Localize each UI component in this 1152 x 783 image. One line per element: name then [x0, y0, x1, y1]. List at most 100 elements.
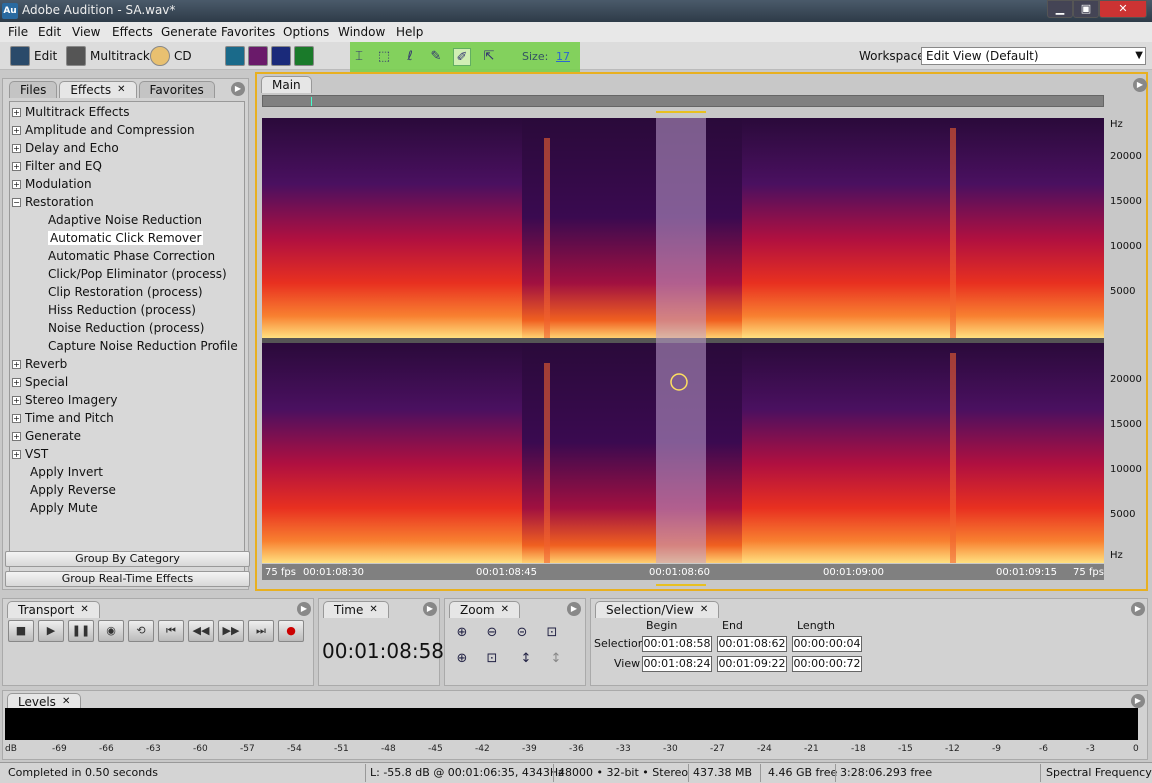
tree-item[interactable]: + Stereo Imagery	[12, 392, 118, 408]
record-button[interactable]: ●	[278, 620, 304, 642]
tree-item[interactable]: + Generate	[12, 428, 81, 444]
tree-item[interactable]: Capture Noise Reduction Profile	[48, 338, 238, 354]
menu-file[interactable]: File	[8, 25, 28, 39]
lasso-tool-icon[interactable]: ℓ	[401, 48, 419, 66]
tab-favorites[interactable]: Favorites	[138, 80, 215, 98]
spectral-pan-icon[interactable]	[271, 46, 291, 66]
tree-item[interactable]: + Special	[12, 374, 68, 390]
fast-forward-button[interactable]: ▶▶	[218, 620, 244, 642]
expand-icon[interactable]: +	[12, 450, 21, 459]
close-tab-icon[interactable]: ✕	[501, 604, 509, 615]
tab-selection-view[interactable]: Selection/View ✕	[595, 600, 720, 618]
panel-menu-icon[interactable]: ▶	[1131, 602, 1145, 616]
selection-length-field[interactable]: 00:00:00:04	[792, 636, 862, 652]
overview-bar[interactable]	[262, 95, 1104, 107]
expand-icon[interactable]: +	[12, 378, 21, 387]
time-ruler[interactable]: 75 fps 00:01:08:30 00:01:08:45 00:01:08:…	[262, 564, 1104, 580]
pause-button[interactable]: ❚❚	[68, 620, 94, 642]
selection-handle-top[interactable]	[656, 111, 706, 117]
expand-icon[interactable]: +	[12, 432, 21, 441]
spot-healing-brush-icon[interactable]: ✐	[453, 48, 471, 66]
play-button[interactable]: ▶	[38, 620, 64, 642]
panel-menu-icon[interactable]: ▶	[1133, 78, 1147, 92]
time-selection-tool-icon[interactable]: ⌶	[350, 48, 368, 66]
tree-item[interactable]: Automatic Phase Correction	[48, 248, 215, 264]
view-length-field[interactable]: 00:00:00:72	[792, 656, 862, 672]
expand-icon[interactable]: +	[12, 144, 21, 153]
rewind-button[interactable]: ◀◀	[188, 620, 214, 642]
tree-item[interactable]: − Restoration	[12, 194, 94, 210]
expand-icon[interactable]: +	[12, 414, 21, 423]
tree-item[interactable]: Clip Restoration (process)	[48, 284, 203, 300]
tree-item[interactable]: Noise Reduction (process)	[48, 320, 204, 336]
close-tab-icon[interactable]: ✕	[117, 84, 125, 95]
close-tab-icon[interactable]: ✕	[369, 604, 377, 615]
expand-icon[interactable]: +	[12, 126, 21, 135]
effects-paintbrush-icon[interactable]: ✎	[427, 48, 445, 66]
selection-handle-bottom[interactable]	[656, 580, 706, 586]
view-end-field[interactable]: 00:01:09:22	[717, 656, 787, 672]
tree-item[interactable]: + VST	[12, 446, 48, 462]
tab-files[interactable]: Files	[9, 80, 58, 98]
zoom-out-horizontal-icon[interactable]: ⊖	[482, 624, 502, 642]
selection-end-field[interactable]: 00:01:08:62	[717, 636, 787, 652]
multitrack-view-button[interactable]: Multitrack	[66, 45, 150, 67]
marquee-tool-icon[interactable]: ⬚	[375, 48, 393, 66]
workspace-select[interactable]: Edit View (Default) ▼	[921, 47, 1146, 65]
menu-view[interactable]: View	[72, 25, 100, 39]
tab-effects[interactable]: Effects ✕	[59, 80, 137, 98]
close-button[interactable]: ✕	[1099, 0, 1147, 18]
tree-item[interactable]: Apply Reverse	[30, 482, 116, 498]
panel-menu-icon[interactable]: ▶	[567, 602, 581, 616]
stop-button[interactable]: ■	[8, 620, 34, 642]
selection-begin-field[interactable]: 00:01:08:58	[642, 636, 712, 652]
tree-item[interactable]: Hiss Reduction (process)	[48, 302, 196, 318]
menu-options[interactable]: Options	[283, 25, 329, 39]
tree-item[interactable]: + Delay and Echo	[12, 140, 119, 156]
menu-effects[interactable]: Effects	[112, 25, 153, 39]
hybrid-tool-icon[interactable]: ⇱	[480, 48, 498, 66]
tree-item[interactable]: Automatic Click Remover	[48, 230, 204, 246]
spectral-display[interactable]	[262, 118, 1104, 563]
tree-item[interactable]: + Amplitude and Compression	[12, 122, 195, 138]
tree-item[interactable]: Adaptive Noise Reduction	[48, 212, 202, 228]
loop-button[interactable]: ⟲	[128, 620, 154, 642]
tree-item[interactable]: + Time and Pitch	[12, 410, 114, 426]
tree-item[interactable]: + Modulation	[12, 176, 92, 192]
expand-icon[interactable]: +	[12, 360, 21, 369]
minimize-button[interactable]: ▁	[1047, 0, 1073, 18]
expand-icon[interactable]: +	[12, 396, 21, 405]
tab-transport[interactable]: Transport ✕	[7, 600, 100, 618]
zoom-to-selection-icon[interactable]: ⊡	[542, 624, 562, 642]
zoom-right-edge-icon[interactable]: ⊡	[482, 650, 502, 668]
expand-icon[interactable]: +	[12, 180, 21, 189]
close-tab-icon[interactable]: ✕	[62, 696, 70, 707]
expand-icon[interactable]: +	[12, 162, 21, 171]
view-begin-field[interactable]: 00:01:08:24	[642, 656, 712, 672]
panel-menu-icon[interactable]: ▶	[297, 602, 311, 616]
menu-edit[interactable]: Edit	[38, 25, 61, 39]
edit-view-button[interactable]: Edit	[10, 45, 57, 67]
panel-menu-icon[interactable]: ▶	[423, 602, 437, 616]
close-tab-icon[interactable]: ✕	[80, 604, 88, 615]
tree-item[interactable]: + Reverb	[12, 356, 67, 372]
tree-item[interactable]: Apply Mute	[30, 500, 98, 516]
spectral-phase-icon[interactable]	[294, 46, 314, 66]
zoom-in-vertical-icon[interactable]: ↕	[516, 650, 536, 668]
tree-item[interactable]: Click/Pop Eliminator (process)	[48, 266, 227, 282]
group-realtime-effects-button[interactable]: Group Real-Time Effects	[5, 571, 250, 587]
tab-main[interactable]: Main	[261, 75, 312, 93]
close-tab-icon[interactable]: ✕	[700, 604, 708, 615]
menu-help[interactable]: Help	[396, 25, 423, 39]
size-value[interactable]: 17	[556, 50, 570, 63]
menu-favorites[interactable]: Favorites	[221, 25, 275, 39]
collapse-icon[interactable]: −	[12, 198, 21, 207]
go-to-start-button[interactable]: ⏮	[158, 620, 184, 642]
go-to-end-button[interactable]: ⏭	[248, 620, 274, 642]
tree-item[interactable]: Apply Invert	[30, 464, 103, 480]
panel-menu-icon[interactable]: ▶	[1131, 694, 1145, 708]
maximize-button[interactable]: ▣	[1073, 0, 1099, 18]
zoom-out-full-icon[interactable]: ⊝	[512, 624, 532, 642]
menu-generate[interactable]: Generate	[161, 25, 217, 39]
cd-view-button[interactable]: CD	[150, 45, 192, 67]
